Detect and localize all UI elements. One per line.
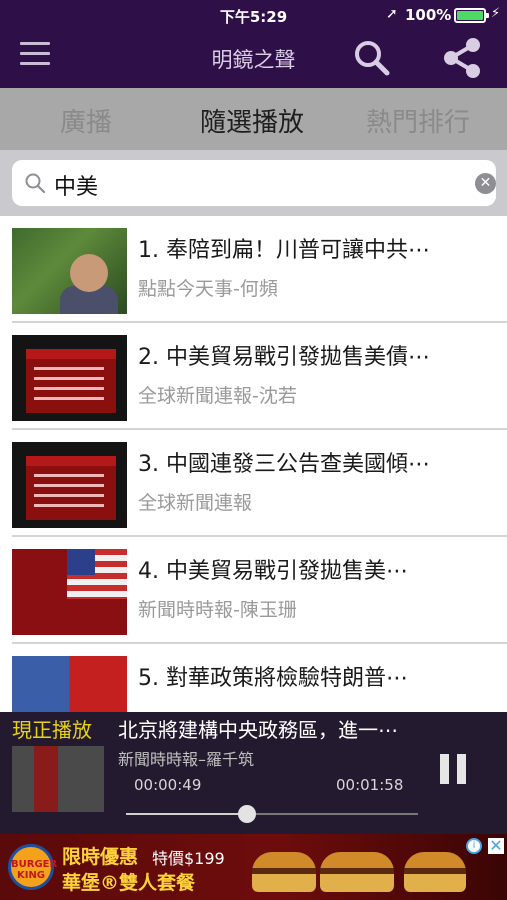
tab-bar: 廣播 隨選播放 熱門排行 [0, 88, 507, 150]
episode-thumbnail [12, 442, 127, 528]
total-duration: 00:01:58 [336, 776, 404, 794]
burger-image [320, 852, 394, 892]
battery-percentage: 100% [405, 6, 452, 24]
episode-title: 2. 中美貿易戰引發拋售美債⋯ [138, 345, 430, 370]
ad-info-icon[interactable]: i [466, 838, 482, 854]
now-playing-program: 新聞時時報–羅千筑 [118, 750, 255, 769]
episode-title: 5. 對華政策將檢驗特朗普⋯ [138, 666, 408, 691]
logo-text: BURGER KING [11, 859, 58, 881]
tab-popular[interactable]: 熱門排行 [366, 102, 470, 139]
list-item[interactable]: 3. 中國連發三公告查美國傾⋯ 全球新聞連報 [0, 430, 507, 537]
list-item[interactable]: 1. 奉陪到扁！川普可讓中共⋯ 點點今天事-何頻 [0, 216, 507, 323]
ad-close-icon[interactable]: ✕ [488, 838, 504, 854]
battery-full-icon [454, 8, 489, 23]
tab-on-demand[interactable]: 隨選播放 [200, 102, 304, 139]
results-list: 1. 奉陪到扁！川普可讓中共⋯ 點點今天事-何頻 2. 中美貿易戰引發拋售美債⋯… [0, 216, 507, 712]
now-playing-bar[interactable]: 現正播放 北京將建構中央政務區，進一⋯ 新聞時時報–羅千筑 00:00:49 0… [0, 712, 507, 834]
now-playing-thumbnail [12, 746, 104, 812]
now-playing-label: 現正播放 [12, 718, 92, 742]
episode-thumbnail [12, 549, 127, 635]
episode-title: 4. 中美貿易戰引發拋售美⋯ [138, 559, 408, 584]
status-bar: 下午5:29 ➚ 100% ⚡ [0, 0, 507, 30]
page-title: 明鏡之聲 [211, 48, 296, 72]
episode-program: 全球新聞連報 [138, 492, 253, 514]
list-item[interactable]: 4. 中美貿易戰引發拋售美⋯ 新聞時時報-陳玉珊 [0, 537, 507, 644]
episode-title: 3. 中國連發三公告查美國傾⋯ [138, 452, 430, 477]
ad-headline: 限時優惠 [62, 846, 139, 868]
episode-thumbnail [12, 656, 127, 712]
search-icon[interactable] [352, 38, 392, 78]
episode-program: 全球新聞連報-沈若 [138, 385, 297, 407]
bolt-icon: ⚡ [491, 6, 501, 21]
ad-price: 特價$199 [152, 849, 225, 868]
ad-product: 華堡®雙人套餐 [62, 872, 196, 894]
pause-icon[interactable] [440, 754, 468, 784]
clear-icon[interactable]: ✕ [475, 173, 496, 194]
search-input[interactable]: 中美 ✕ [12, 160, 496, 206]
now-playing-title: 北京將建構中央政務區，進一⋯ [118, 718, 398, 742]
burger-image [404, 852, 466, 892]
episode-program: 點點今天事-何頻 [138, 278, 278, 300]
episode-thumbnail [12, 335, 127, 421]
burger-king-logo: BURGER KING [8, 844, 58, 890]
list-item[interactable]: 5. 對華政策將檢驗特朗普⋯ [0, 644, 507, 712]
tab-broadcast[interactable]: 廣播 [60, 102, 112, 139]
search-query[interactable]: 中美 [54, 169, 98, 201]
progress-fill [126, 813, 247, 815]
current-time: 00:00:49 [134, 776, 202, 794]
progress-slider-handle[interactable] [238, 805, 256, 823]
ad-banner[interactable]: BURGER KING 限時優惠 特價$199 華堡®雙人套餐 i ✕ [0, 834, 507, 900]
location-arrow-icon: ➚ [386, 6, 398, 22]
burger-image [252, 852, 316, 892]
search-bar: 中美 ✕ [0, 150, 507, 216]
episode-program: 新聞時時報-陳玉珊 [138, 599, 297, 621]
list-item[interactable]: 2. 中美貿易戰引發拋售美債⋯ 全球新聞連報-沈若 [0, 323, 507, 430]
app-header: 下午5:29 ➚ 100% ⚡ 明鏡之聲 [0, 0, 507, 88]
magnifier-icon [24, 172, 46, 194]
episode-title: 1. 奉陪到扁！川普可讓中共⋯ [138, 238, 430, 263]
share-icon[interactable] [440, 36, 484, 80]
episode-thumbnail [12, 228, 127, 314]
